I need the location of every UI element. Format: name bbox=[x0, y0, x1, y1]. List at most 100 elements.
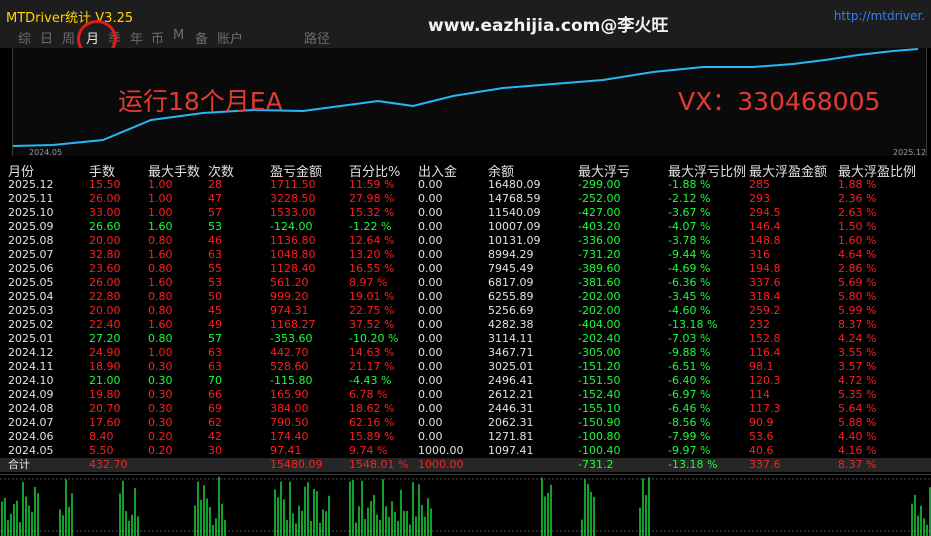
cell-max-dd: -731.20 bbox=[578, 248, 621, 261]
cell-fp-pct: 4.72 % bbox=[838, 374, 877, 387]
cell-lots: 20.00 bbox=[89, 234, 121, 247]
table-row: 2024.08 20.70 0.30 69 384.00 18.62 % 0.00 2446.… bbox=[0, 402, 931, 416]
trade-activity-panel bbox=[0, 474, 931, 536]
tab-remark[interactable]: 备 bbox=[195, 28, 208, 47]
tab-quarter[interactable]: 季 bbox=[108, 28, 121, 47]
cell-dd-pct: -7.03 % bbox=[668, 332, 711, 345]
cell-io: 0.00 bbox=[418, 234, 443, 247]
cell-max-fp: 40.6 bbox=[749, 444, 774, 457]
cell-max-fp: 285 bbox=[749, 178, 770, 191]
cell-pnl: 974.31 bbox=[270, 304, 309, 317]
cell-balance: 3114.11 bbox=[488, 332, 534, 345]
cell-max-fp: 90.9 bbox=[749, 416, 774, 429]
app-title: MTDriver统计 V3.25 bbox=[6, 11, 134, 26]
cell-pct: 11.59 % bbox=[349, 178, 395, 191]
tab-summary[interactable]: 综 bbox=[18, 28, 31, 47]
cell-max-fp: 116.4 bbox=[749, 346, 781, 359]
cell-fp-pct: 4.64 % bbox=[838, 248, 877, 261]
cell-pnl: 1048.80 bbox=[270, 248, 316, 261]
cell-lots: 26.60 bbox=[89, 220, 121, 233]
overlay-caption-right: VX：330468005 bbox=[678, 87, 881, 116]
cell-count: 46 bbox=[208, 234, 222, 247]
cell-fp-pct: 1.60 % bbox=[838, 234, 877, 247]
table-row: 2024.12 24.90 1.00 63 442.70 14.63 % 0.00 3467.… bbox=[0, 346, 931, 360]
cell-month: 2024.12 bbox=[8, 346, 54, 359]
table-row: 2025.06 23.60 0.80 55 1128.40 16.55 % 0.00 7945… bbox=[0, 262, 931, 276]
cell-pct: -4.43 % bbox=[349, 374, 392, 387]
cell-max-dd: -403.20 bbox=[578, 220, 621, 233]
cell-month: 2025.08 bbox=[8, 234, 54, 247]
cell-lots: 27.20 bbox=[89, 332, 121, 345]
cell-max-lots: 0.30 bbox=[148, 388, 173, 401]
cell-dd-pct: -6.36 % bbox=[668, 276, 711, 289]
cell-max-lots: 0.30 bbox=[148, 360, 173, 373]
cell-balance: 2446.31 bbox=[488, 402, 534, 415]
cell-lots: 24.90 bbox=[89, 346, 121, 359]
cell-max-lots: 0.30 bbox=[148, 374, 173, 387]
tab-magic[interactable]: M bbox=[173, 28, 184, 43]
cell-fp-pct: 5.35 % bbox=[838, 388, 877, 401]
tab-currency[interactable]: 币 bbox=[151, 28, 164, 47]
cell-balance: 11540.09 bbox=[488, 206, 541, 219]
cell-max-fp: 98.1 bbox=[749, 360, 774, 373]
cell-balance: 3467.71 bbox=[488, 346, 534, 359]
cell-max-dd: -100.80 bbox=[578, 430, 621, 443]
table-row: 2025.07 32.80 1.60 63 1048.80 13.20 % 0.00 8994… bbox=[0, 248, 931, 262]
cell-month: 2025.03 bbox=[8, 304, 54, 317]
cell-fp-pct: 3.55 % bbox=[838, 346, 877, 359]
cell-count: 50 bbox=[208, 290, 222, 303]
cell-lots: 32.80 bbox=[89, 248, 121, 261]
cell-count: 66 bbox=[208, 388, 222, 401]
cell-month: 2025.10 bbox=[8, 206, 54, 219]
cell-month: 2025.05 bbox=[8, 276, 54, 289]
cell-count: 55 bbox=[208, 262, 222, 275]
trade-activity-histogram bbox=[0, 476, 931, 536]
cell-max-lots: 1.60 bbox=[148, 318, 173, 331]
cell-lots: 23.60 bbox=[89, 262, 121, 275]
table-row: 2025.12 15.50 1.00 28 1711.50 11.59 % 0.00 1648… bbox=[0, 178, 931, 192]
tab-month[interactable]: 月 bbox=[86, 28, 99, 47]
cell-dd-pct: -6.97 % bbox=[668, 388, 711, 401]
tab-week[interactable]: 周 bbox=[62, 28, 75, 47]
cell-pct: 21.17 % bbox=[349, 360, 395, 373]
cell-month: 2024.09 bbox=[8, 388, 54, 401]
cell-pnl: 442.70 bbox=[270, 346, 309, 359]
table-row: 2025.01 27.20 0.80 57 -353.60 -10.20 % 0.00 311… bbox=[0, 332, 931, 346]
cell-lots: 18.90 bbox=[89, 360, 121, 373]
cell-io: 0.00 bbox=[418, 346, 443, 359]
cell-balance: 3025.01 bbox=[488, 360, 534, 373]
tab-year[interactable]: 年 bbox=[130, 28, 143, 47]
cell-max-lots: 0.80 bbox=[148, 332, 173, 345]
cell-balance: 7945.49 bbox=[488, 262, 534, 275]
cell-max-dd: -305.00 bbox=[578, 346, 621, 359]
total-fp-pct: 8.37 % bbox=[838, 458, 877, 471]
chart-end-date: 2025.12 bbox=[893, 148, 927, 157]
tab-day[interactable]: 日 bbox=[40, 28, 53, 47]
cell-count: 63 bbox=[208, 360, 222, 373]
cell-io: 0.00 bbox=[418, 248, 443, 261]
cell-fp-pct: 4.24 % bbox=[838, 332, 877, 345]
total-io: 1000.00 bbox=[418, 458, 464, 471]
cell-max-lots: 0.80 bbox=[148, 234, 173, 247]
cell-count: 42 bbox=[208, 430, 222, 443]
cell-pct: 8.97 % bbox=[349, 276, 388, 289]
cell-dd-pct: -9.97 % bbox=[668, 444, 711, 457]
cell-max-fp: 293 bbox=[749, 192, 770, 205]
tab-path[interactable]: 路径 bbox=[304, 28, 330, 47]
table-row: 2024.05 5.50 0.20 30 97.41 9.74 % 1000.00 1097.… bbox=[0, 444, 931, 458]
cell-dd-pct: -4.69 % bbox=[668, 262, 711, 275]
cell-count: 70 bbox=[208, 374, 222, 387]
cell-max-fp: 259.2 bbox=[749, 304, 781, 317]
cell-fp-pct: 1.50 % bbox=[838, 220, 877, 233]
cell-max-dd: -252.00 bbox=[578, 192, 621, 205]
tab-account[interactable]: 账户 bbox=[217, 28, 243, 47]
cell-max-fp: 53.6 bbox=[749, 430, 774, 443]
cell-max-dd: -336.00 bbox=[578, 234, 621, 247]
table-row: 2025.03 20.00 0.80 45 974.31 22.75 % 0.00 5256.… bbox=[0, 304, 931, 318]
cell-month: 2024.07 bbox=[8, 416, 54, 429]
cell-io: 0.00 bbox=[418, 290, 443, 303]
cell-month: 2025.01 bbox=[8, 332, 54, 345]
url-link[interactable]: http://mtdriver. bbox=[834, 9, 925, 23]
cell-pnl: 97.41 bbox=[270, 444, 302, 457]
table-row: 2025.08 20.00 0.80 46 1136.80 12.64 % 0.00 1013… bbox=[0, 234, 931, 248]
